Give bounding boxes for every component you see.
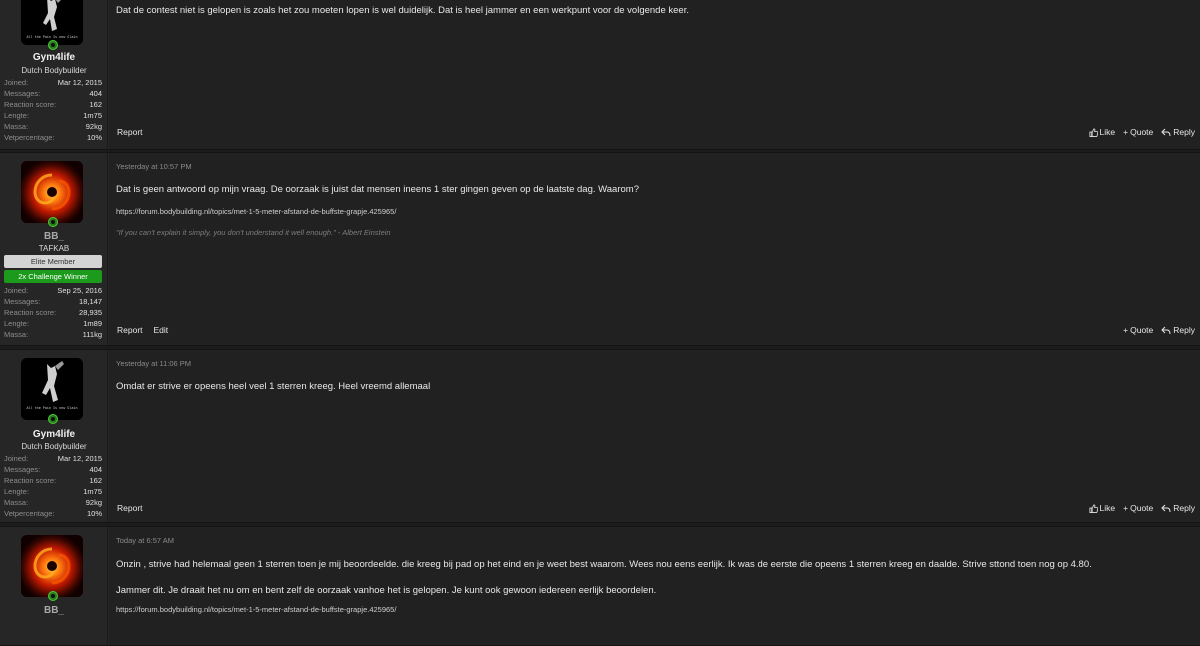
stat-massa: Massa: 111kg [4, 330, 102, 339]
post-timestamp[interactable]: Yesterday at 10:57 PM [116, 162, 192, 171]
stat-messages: Messages: 404 [4, 89, 102, 98]
quote-label: Quote [1130, 127, 1154, 137]
post-2: BB_ TAFKAB Elite Member 2x Challenge Win… [0, 152, 1200, 346]
like-button[interactable]: Like [1089, 503, 1116, 513]
like-button[interactable]: Like [1089, 127, 1116, 137]
online-indicator-icon [48, 414, 58, 424]
post-actions-left: Report Edit [117, 325, 168, 335]
plus-icon: + [1123, 127, 1129, 137]
quote-button[interactable]: + Quote [1123, 325, 1153, 335]
message-text: Dat de contest niet is gelopen is zoals … [116, 5, 689, 16]
user-title: Dutch Bodybuilder [21, 66, 87, 75]
stat-vetpercentage: Vetpercentage: 10% [4, 509, 102, 518]
avatar-caption: All the Pain Is new Glain [26, 406, 78, 410]
avatar[interactable]: All the Pain Is new Glain [21, 358, 83, 420]
stat-reaction-score: Reaction score: 162 [4, 476, 102, 485]
online-indicator-icon [48, 40, 58, 50]
report-button[interactable]: Report [117, 503, 143, 513]
report-button[interactable]: Report [117, 325, 143, 335]
signature-link[interactable]: https://forum.bodybuilding.nl/topics/met… [116, 207, 396, 216]
user-pane: BB_ TAFKAB Elite Member 2x Challenge Win… [0, 153, 108, 345]
stat-massa: Massa: 92kg [4, 498, 102, 507]
like-label: Like [1099, 127, 1116, 137]
post-content: Dat de contest niet is gelopen is zoals … [109, 0, 1200, 149]
user-stats: Joined: Sep 25, 2016 Messages: 18,147 Reac… [4, 285, 102, 340]
message-text: Omdat er strive er opeens heel veel 1 st… [116, 381, 431, 392]
post-content: Today at 6:57 AM Onzin , strive had hele… [109, 527, 1200, 645]
message-text: Dat is geen antwoord op mijn vraag. De o… [116, 184, 639, 195]
quote-label: Quote [1130, 325, 1154, 335]
reply-button[interactable]: Reply [1161, 325, 1195, 335]
stat-joined: Joined: Mar 12, 2015 [4, 454, 102, 463]
post-actions-left: Report [117, 127, 143, 137]
post-content: Yesterday at 10:57 PM Dat is geen antwoo… [109, 153, 1200, 345]
avatar-caption: All the Pain Is new Glain [26, 35, 78, 39]
online-indicator-icon [48, 591, 58, 601]
post-1: All the Pain Is new Glain Gym4life Dutch… [0, 0, 1200, 150]
user-stats: Joined: Mar 12, 2015 Messages: 404 Reactio… [4, 77, 102, 143]
user-stats: Joined: Mar 12, 2015 Messages: 404 Reactio… [4, 453, 102, 519]
thumbs-up-icon [1089, 127, 1098, 137]
stat-reaction-score: Reaction score: 162 [4, 100, 102, 109]
post-timestamp[interactable]: Today at 6:57 AM [116, 536, 174, 545]
reply-label: Reply [1173, 127, 1195, 137]
signature-quote: "If you can't explain it simply, you don… [116, 228, 391, 237]
post-actions-right: Like + Quote Reply [1089, 503, 1195, 513]
like-label: Like [1099, 503, 1116, 513]
edit-button[interactable]: Edit [154, 325, 169, 335]
reply-label: Reply [1173, 503, 1195, 513]
post-actions-right: Like + Quote Reply [1089, 127, 1195, 137]
reply-label: Reply [1173, 325, 1195, 335]
quote-button[interactable]: + Quote [1123, 503, 1153, 513]
stat-vetpercentage: Vetpercentage: 10% [4, 133, 102, 142]
plus-icon: + [1123, 325, 1129, 335]
reply-icon [1161, 504, 1171, 512]
reply-icon [1161, 326, 1171, 334]
message-text-2: Jammer dit. Je draait het nu om en bent … [116, 585, 657, 596]
username[interactable]: BB_ [0, 605, 108, 616]
stat-messages: Messages: 18,147 [4, 297, 102, 306]
post-4: BB_ Today at 6:57 AM Onzin , strive had … [0, 526, 1200, 646]
stat-massa: Massa: 92kg [4, 122, 102, 131]
stat-joined: Joined: Sep 25, 2016 [4, 286, 102, 295]
stat-reaction-score: Reaction score: 28,935 [4, 308, 102, 317]
post-actions-left: Report [117, 503, 143, 513]
online-indicator-icon [48, 217, 58, 227]
user-pane: All the Pain Is new Glain Gym4life Dutch… [0, 0, 108, 149]
post-timestamp[interactable]: Yesterday at 11:06 PM [116, 359, 191, 368]
badge-challenge-winner: 2x Challenge Winner [4, 270, 102, 283]
avatar[interactable] [21, 161, 83, 223]
user-pane: All the Pain Is new Glain Gym4life Dutch… [0, 350, 108, 522]
username[interactable]: Gym4life [0, 52, 108, 63]
reply-button[interactable]: Reply [1161, 503, 1195, 513]
reply-icon [1161, 128, 1171, 136]
user-title: Dutch Bodybuilder [21, 442, 87, 451]
plus-icon: + [1123, 503, 1129, 513]
stat-lengte: Lengte: 1m75 [4, 111, 102, 120]
user-pane: BB_ [0, 527, 108, 645]
thumbs-up-icon [1089, 503, 1098, 513]
username[interactable]: Gym4life [0, 429, 108, 440]
avatar[interactable] [21, 535, 83, 597]
badge-elite-member: Elite Member [4, 255, 102, 268]
signature-link[interactable]: https://forum.bodybuilding.nl/topics/met… [116, 605, 396, 614]
quote-label: Quote [1130, 503, 1154, 513]
report-button[interactable]: Report [117, 127, 143, 137]
stat-lengte: Lengte: 1m75 [4, 487, 102, 496]
post-actions-right: + Quote Reply [1123, 325, 1195, 335]
reply-button[interactable]: Reply [1161, 127, 1195, 137]
stat-messages: Messages: 404 [4, 465, 102, 474]
username[interactable]: BB_ [0, 231, 108, 242]
message-text: Onzin , strive had helemaal geen 1 sterr… [116, 559, 1092, 570]
stat-lengte: Lengte: 1m89 [4, 319, 102, 328]
post-content: Yesterday at 11:06 PM Omdat er strive er… [109, 350, 1200, 522]
post-3: All the Pain Is new Glain Gym4life Dutch… [0, 349, 1200, 523]
avatar[interactable]: All the Pain Is new Glain [21, 0, 83, 45]
quote-button[interactable]: + Quote [1123, 127, 1153, 137]
stat-joined: Joined: Mar 12, 2015 [4, 78, 102, 87]
user-title: TAFKAB [38, 244, 70, 253]
